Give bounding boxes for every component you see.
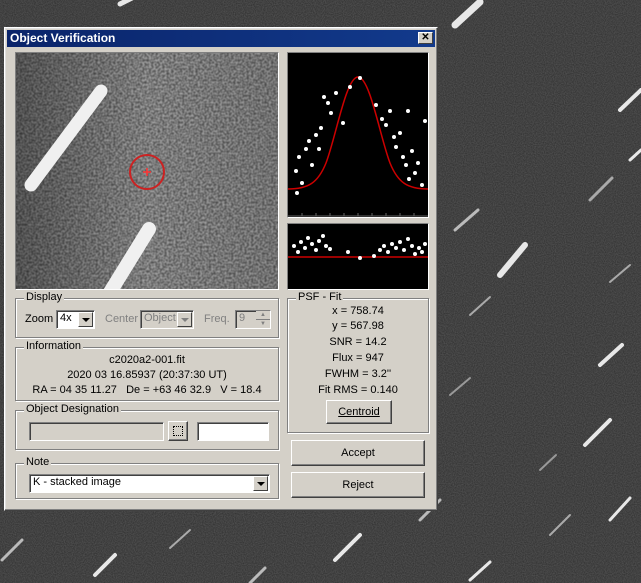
psf-residual-plot — [287, 223, 429, 290]
residual-points — [292, 234, 427, 260]
info-datetime: 2020 03 16.85937 (20:37:30 UT) — [67, 369, 227, 381]
information-legend: Information — [24, 340, 84, 352]
zoom-label: Zoom — [25, 313, 54, 325]
psf-x: x = 758.74 — [332, 305, 384, 317]
psf-residual-canvas — [288, 234, 428, 260]
psf-snr: SNR = 14.2 — [329, 336, 387, 348]
freq-spinner[interactable]: 9 ▲ ▼ — [235, 310, 271, 329]
browse-icon — [173, 426, 183, 436]
centroid-label: Centroid — [338, 406, 380, 418]
designation-input[interactable] — [29, 422, 164, 441]
note-select[interactable]: K - stacked image — [29, 474, 270, 493]
freq-value: 9 — [239, 312, 246, 324]
designation-secondary-input[interactable] — [197, 422, 269, 441]
zoom-image-view[interactable] — [15, 52, 279, 322]
designation-legend: Object Designation — [24, 403, 121, 415]
center-value: Object — [144, 312, 176, 324]
spin-up-icon[interactable]: ▲ — [256, 311, 270, 320]
reject-label: Reject — [342, 479, 374, 491]
note-group: Note K - stacked image — [15, 456, 279, 499]
psf-profile-canvas — [287, 76, 429, 217]
close-button[interactable]: ✕ — [418, 32, 433, 44]
display-legend: Display — [24, 291, 65, 303]
window-title: Object Verification — [10, 31, 116, 45]
psf-data-points — [294, 76, 427, 195]
note-legend: Note — [24, 456, 52, 468]
chevron-down-icon[interactable] — [177, 312, 192, 327]
chevron-down-icon[interactable] — [253, 476, 268, 491]
center-label: Center — [105, 313, 139, 325]
reject-button[interactable]: Reject — [291, 472, 425, 498]
psf-flux: Flux = 947 — [332, 352, 384, 364]
information-group: Information c2020a2-001.fit 2020 03 16.8… — [15, 340, 279, 401]
freq-label: Freq. — [204, 313, 230, 325]
object-designation-group: Object Designation — [15, 403, 279, 450]
centroid-button[interactable]: Centroid — [326, 400, 392, 424]
accept-label: Accept — [341, 447, 375, 459]
close-icon: ✕ — [421, 32, 430, 43]
display-group: Display Zoom 4x Center Object Freq. 9 ▲ … — [15, 291, 279, 338]
zoom-select[interactable]: 4x — [56, 310, 95, 329]
zoom-value: 4x — [60, 312, 72, 324]
chevron-down-icon[interactable] — [78, 312, 93, 327]
object-verification-dialog: Object Verification ✕ Display Zoom 4x Ce… — [4, 27, 438, 511]
center-select[interactable]: Object — [140, 310, 194, 329]
info-filename: c2020a2-001.fit — [109, 354, 185, 366]
psf-fit-rms: Fit RMS = 0.140 — [318, 384, 398, 396]
note-value: K - stacked image — [33, 476, 122, 488]
psf-fit-curve — [287, 76, 429, 190]
zoom-image-canvas — [16, 53, 278, 322]
spin-buttons[interactable]: ▲ ▼ — [256, 311, 270, 328]
psf-fit-group: PSF - Fit x = 758.74 y = 567.98 SNR = 14… — [287, 291, 429, 433]
spin-down-icon[interactable]: ▼ — [256, 320, 270, 328]
psf-profile-plot — [287, 52, 429, 218]
designation-browse-button[interactable] — [168, 421, 188, 441]
psf-fwhm: FWHM = 3.2'' — [324, 368, 392, 380]
info-coordinates: RA = 04 35 11.27 De = +63 46 32.9 V = 18… — [32, 384, 262, 396]
accept-button[interactable]: Accept — [291, 440, 425, 466]
psf-fit-legend: PSF - Fit — [296, 291, 344, 303]
title-bar[interactable]: Object Verification ✕ — [7, 30, 435, 47]
psf-y: y = 567.98 — [332, 320, 384, 332]
